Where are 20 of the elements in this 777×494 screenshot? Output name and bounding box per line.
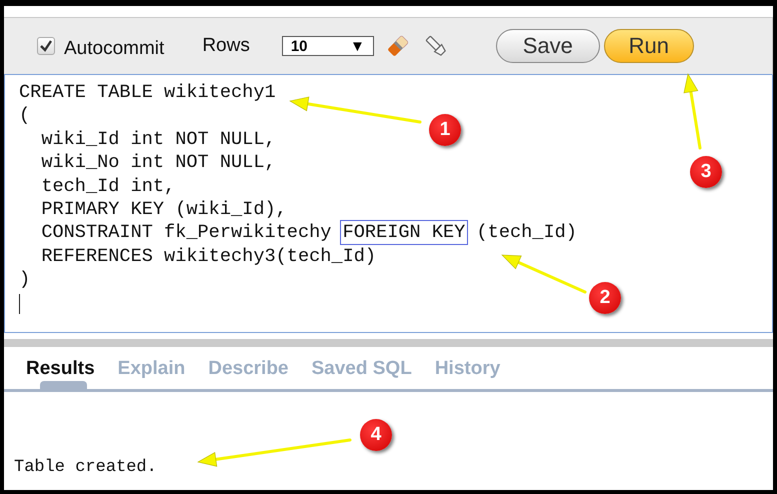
code-line: tech_Id int, [40, 174, 176, 198]
result-message: Table created. [14, 458, 158, 477]
autocommit-label: Autocommit [64, 38, 164, 60]
code-text: CONSTRAINT fk_Perwikitechy [40, 222, 332, 244]
code-line: ) [19, 268, 30, 292]
rows-dropdown[interactable]: 10 ▼ [282, 36, 374, 56]
autocommit-checkbox[interactable] [37, 37, 55, 55]
code-line: REFERENCES wikitechy3(tech_Id) [40, 244, 376, 268]
code-text: (tech_Id) [476, 222, 577, 244]
code-line: ( [19, 104, 30, 128]
tab[interactable]: Results [26, 347, 95, 389]
run-button[interactable]: Run [604, 29, 694, 63]
text-cursor [19, 294, 20, 314]
rows-label: Rows [202, 35, 250, 57]
highlighted-code: FOREIGN KEY [340, 220, 468, 246]
code-line: PRIMARY KEY (wiki_Id), [40, 198, 287, 222]
save-button[interactable]: Save [496, 29, 600, 63]
code-line: wiki_No int NOT NULL, [40, 151, 276, 175]
code-line: CREATE TABLE wikitechy1 [19, 81, 276, 104]
code-line: wiki_Id int NOT NULL, [40, 128, 276, 152]
